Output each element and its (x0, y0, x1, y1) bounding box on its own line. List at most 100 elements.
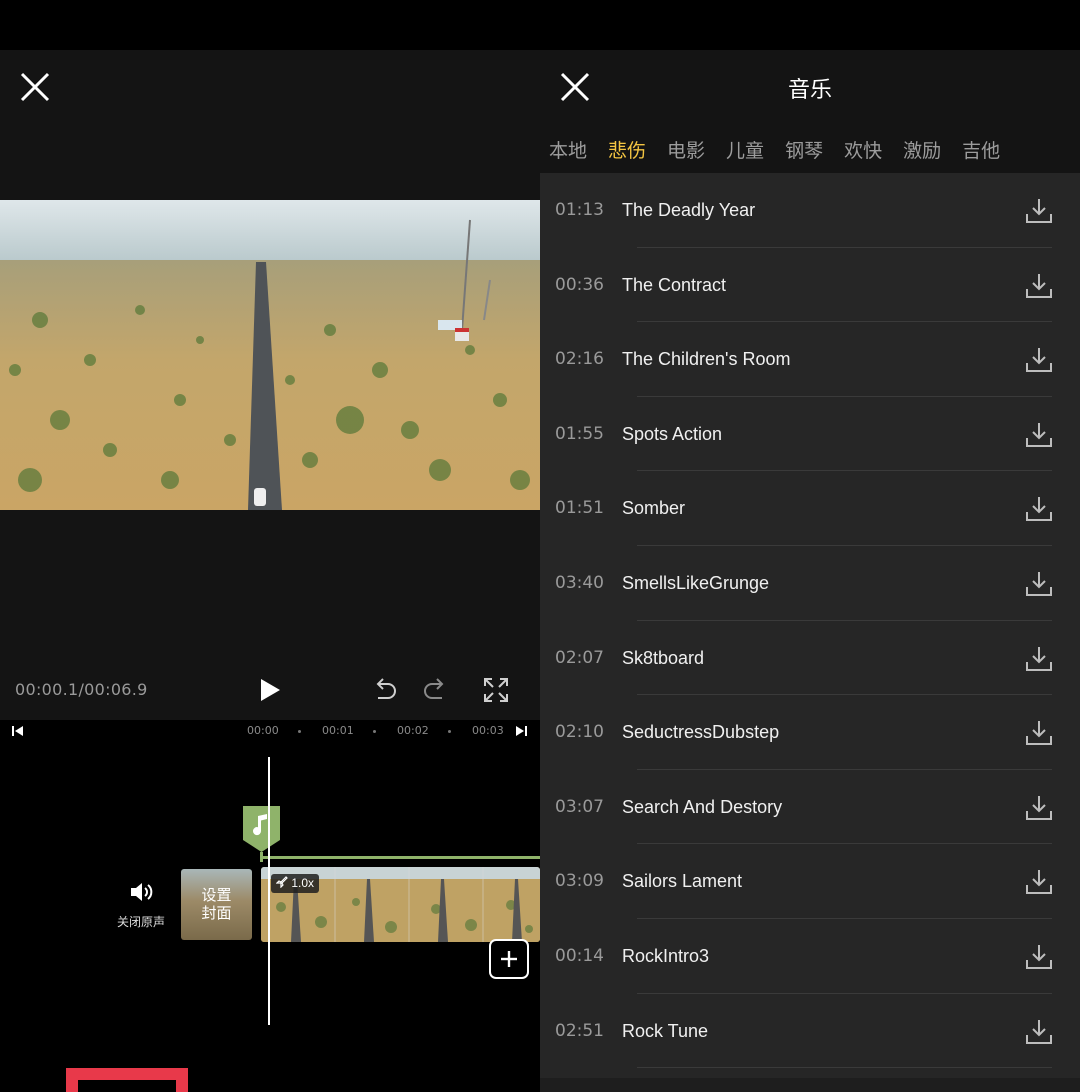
track-name: The Deadly Year (622, 200, 756, 220)
track-name: Sk8tboard (622, 647, 705, 668)
close-editor-button[interactable] (17, 69, 53, 105)
music-marker[interactable] (243, 806, 280, 852)
download-icon[interactable] (1024, 942, 1054, 972)
set-cover-button[interactable]: 设置 封面 (181, 869, 252, 940)
track-row[interactable]: 01:13 The Deadly Year (540, 173, 1080, 248)
ruler-tick: 00:02 (397, 724, 429, 737)
clip-speed-label: 1.0x (291, 876, 315, 890)
status-bar-area (540, 0, 1080, 50)
track-list: 01:13 The Deadly Year 00:36 The Contract… (540, 173, 1080, 1069)
download-icon[interactable] (1024, 793, 1054, 823)
set-cover-label-line2: 封面 (201, 905, 232, 922)
download-icon[interactable] (1024, 196, 1054, 226)
track-duration: 02:16 (555, 349, 604, 370)
rocket-icon (275, 876, 288, 889)
plus-icon (501, 951, 517, 967)
timeline-ruler[interactable]: 00:00 00:01 00:02 00:03 (0, 720, 540, 742)
track-row[interactable]: 02:10 SeductressDubstep (540, 695, 1080, 770)
track-name: Search And Destory (622, 796, 783, 817)
ruler-tick: 00:01 (322, 724, 354, 737)
download-icon[interactable] (1024, 345, 1054, 375)
undo-icon (376, 678, 396, 699)
speaker-icon (131, 883, 153, 901)
ruler-dot (448, 730, 451, 733)
track-row[interactable]: 02:07 Sk8tboard (540, 621, 1080, 696)
download-icon[interactable] (1024, 867, 1054, 897)
video-preview[interactable] (0, 200, 540, 510)
play-icon (261, 679, 280, 701)
track-name: Somber (622, 498, 686, 519)
tab-cheerful[interactable]: 欢快 (844, 136, 882, 163)
track-duration: 02:10 (555, 722, 604, 743)
tab-piano[interactable]: 钢琴 (785, 136, 823, 163)
play-button[interactable] (257, 676, 283, 709)
track-row[interactable]: 00:36 The Contract (540, 248, 1080, 323)
track-name: Rock Tune (622, 1020, 709, 1041)
skip-to-end-icon[interactable] (514, 725, 528, 737)
playback-timecode: 00:00.1/00:06.9 (15, 680, 148, 699)
clip-speed-badge: 1.0x (271, 874, 320, 893)
tab-movie[interactable]: 电影 (667, 136, 705, 163)
track-duration: 01:13 (555, 200, 604, 220)
redo-icon (424, 678, 444, 699)
tab-inspiring[interactable]: 激励 (903, 136, 941, 163)
download-icon[interactable] (1024, 644, 1054, 674)
track-duration: 03:07 (555, 796, 604, 817)
track-duration: 03:40 (555, 572, 604, 593)
track-name: SeductressDubstep (622, 722, 780, 743)
tab-children[interactable]: 儿童 (726, 136, 764, 163)
set-cover-label-line1: 设置 (201, 887, 232, 904)
track-row[interactable]: 02:16 The Children's Room (540, 322, 1080, 397)
page-title: 音乐 (787, 77, 832, 102)
track-duration: 02:07 (555, 647, 604, 668)
track-row[interactable]: 03:40 SmellsLikeGrunge (540, 546, 1080, 621)
tab-sad[interactable]: 悲伤 (608, 136, 646, 163)
timeline-playhead[interactable] (268, 757, 270, 1025)
track-row[interactable]: 00:14 RockIntro3 (540, 919, 1080, 994)
tab-local[interactable]: 本地 (549, 136, 587, 163)
music-track-line[interactable] (262, 856, 540, 859)
category-tabs: 本地 悲伤 电影 儿童 钢琴 欢快 激励 吉他 (549, 136, 1080, 166)
desert-road-video-frame (0, 200, 540, 510)
fullscreen-button[interactable] (482, 676, 510, 709)
download-icon[interactable] (1024, 271, 1054, 301)
track-row[interactable]: 03:09 Sailors Lament (540, 844, 1080, 919)
mute-label: 关闭原声 (116, 915, 165, 929)
ruler-dot (373, 730, 376, 733)
list-bottom (540, 1078, 1080, 1092)
music-note-icon (243, 806, 280, 852)
skip-to-start-icon[interactable] (11, 725, 25, 737)
video-editor-panel: 00:00.1/00:06.9 00:00 00:01 00:02 00:03 … (0, 0, 540, 1092)
tab-guitar[interactable]: 吉他 (962, 136, 1000, 163)
track-name: The Contract (622, 274, 727, 295)
track-duration: 03:09 (555, 871, 604, 892)
close-icon (20, 72, 50, 102)
highlight-box (66, 1068, 188, 1092)
set-cover-label: 设置 封面 (181, 887, 252, 923)
download-icon[interactable] (1024, 1017, 1054, 1047)
row-divider (637, 1067, 1052, 1069)
ruler-tick: 00:03 (472, 724, 504, 737)
ruler-tick: 00:00 (247, 724, 279, 737)
track-name: The Children's Room (622, 349, 791, 370)
track-row[interactable]: 01:55 Spots Action (540, 397, 1080, 472)
redo-button[interactable] (421, 677, 449, 708)
track-duration: 01:55 (555, 423, 604, 444)
mute-original-sound-button[interactable]: 关闭原声 (112, 880, 170, 930)
download-icon[interactable] (1024, 494, 1054, 524)
download-icon[interactable] (1024, 718, 1054, 748)
track-name: Spots Action (622, 423, 723, 444)
download-icon[interactable] (1024, 569, 1054, 599)
undo-button[interactable] (371, 677, 399, 708)
track-duration: 00:14 (555, 945, 604, 966)
add-clip-button[interactable] (489, 939, 529, 979)
track-row[interactable]: 02:51 Rock Tune (540, 994, 1080, 1069)
track-row[interactable]: 03:07 Search And Destory (540, 770, 1080, 845)
status-bar-area (0, 0, 540, 50)
track-name: SmellsLikeGrunge (622, 572, 770, 593)
track-row[interactable]: 01:51 Somber (540, 471, 1080, 546)
track-duration: 01:51 (555, 498, 604, 519)
track-duration: 02:51 (555, 1020, 604, 1041)
download-icon[interactable] (1024, 420, 1054, 450)
track-name: Sailors Lament (622, 871, 743, 892)
